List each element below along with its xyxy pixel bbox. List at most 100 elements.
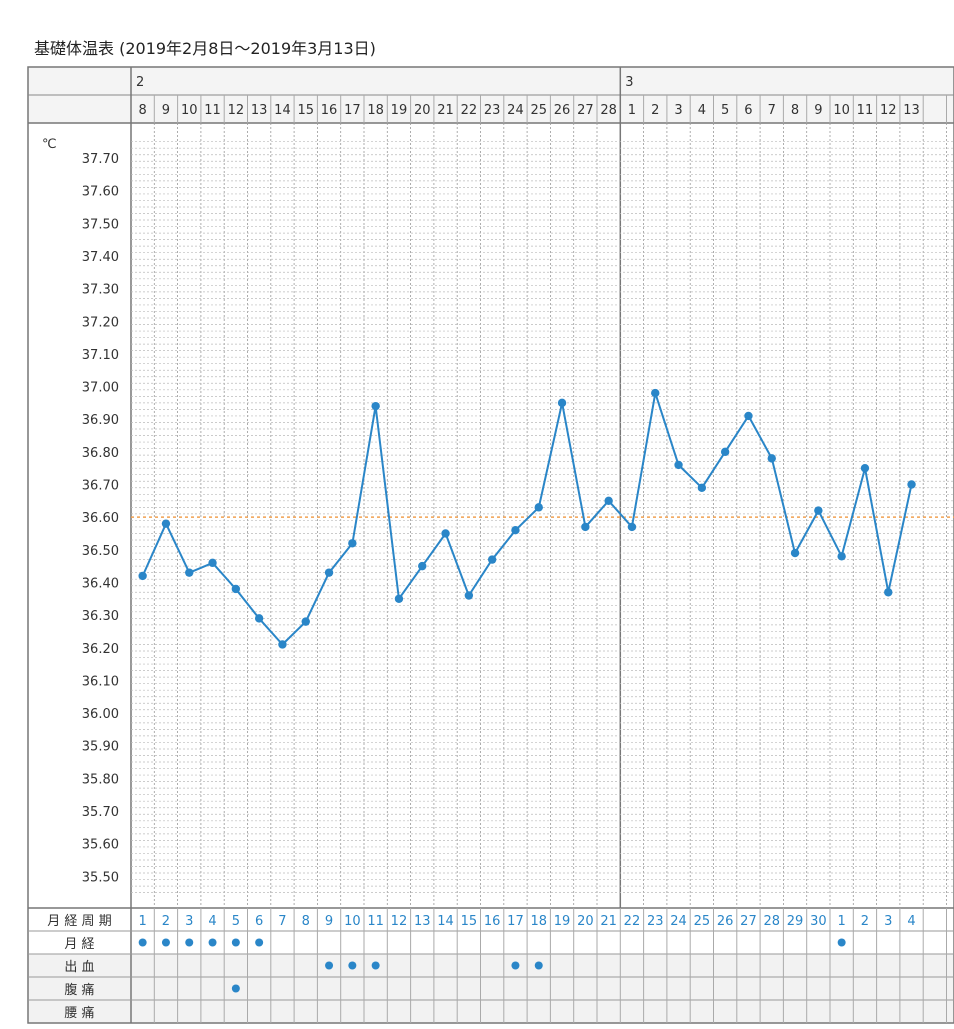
cycle-day-value: 29 bbox=[787, 914, 804, 929]
day-label: 26 bbox=[554, 103, 571, 118]
temperature-series bbox=[131, 388, 954, 649]
temperature-point bbox=[697, 483, 707, 492]
cycle-day-value: 30 bbox=[810, 914, 827, 929]
temperature-point bbox=[814, 506, 823, 515]
temperature-point bbox=[324, 568, 334, 577]
cycle-day-value: 25 bbox=[694, 914, 711, 929]
temperature-point bbox=[557, 398, 567, 408]
day-label: 4 bbox=[698, 103, 706, 118]
menstruation-row-mark bbox=[208, 938, 217, 947]
day-label: 14 bbox=[274, 103, 291, 118]
day-label: 11 bbox=[857, 103, 874, 118]
temperature-point bbox=[185, 568, 194, 577]
temperature-point bbox=[418, 561, 427, 571]
temperature-point bbox=[790, 548, 800, 558]
day-label: 12 bbox=[228, 103, 245, 118]
month-label: 3 bbox=[625, 75, 633, 90]
y-tick-label: 35.70 bbox=[82, 805, 119, 820]
cycle-day-value: 15 bbox=[461, 914, 478, 929]
cycle-row-label: 月 経 周 期 bbox=[47, 914, 111, 929]
temperature-point bbox=[231, 584, 241, 594]
y-tick-label: 36.60 bbox=[82, 511, 119, 526]
day-label: 12 bbox=[880, 103, 897, 118]
cycle-day-value: 11 bbox=[367, 914, 384, 929]
y-tick-label: 37.50 bbox=[82, 217, 119, 232]
cycle-day-value: 6 bbox=[255, 914, 263, 929]
day-label: 6 bbox=[744, 103, 752, 118]
cycle-day-value: 10 bbox=[344, 914, 361, 929]
cycle-day-value: 7 bbox=[278, 914, 286, 929]
temperature-point bbox=[254, 614, 264, 623]
day-label: 21 bbox=[437, 103, 454, 118]
cycle-day-value: 28 bbox=[763, 914, 780, 929]
cycle-day-value: 13 bbox=[414, 914, 431, 929]
temperature-point bbox=[534, 503, 543, 512]
menstruation-row-mark bbox=[231, 938, 240, 947]
temperature-point bbox=[581, 522, 590, 532]
cycle-day-value: 21 bbox=[600, 914, 617, 929]
day-label: 13 bbox=[903, 103, 920, 118]
temperature-point bbox=[907, 480, 916, 489]
day-label: 16 bbox=[321, 103, 338, 118]
temperature-point bbox=[627, 522, 637, 532]
cycle-day-value: 27 bbox=[740, 914, 757, 929]
day-label: 22 bbox=[461, 103, 478, 118]
temperature-point bbox=[767, 454, 776, 463]
day-label: 8 bbox=[791, 103, 799, 118]
cycle-day-value: 4 bbox=[208, 914, 216, 929]
cycle-day-value: 14 bbox=[437, 914, 454, 929]
y-tick-label: 36.20 bbox=[82, 642, 119, 657]
bleeding-row-mark bbox=[534, 961, 543, 970]
bleeding-row-mark bbox=[371, 961, 380, 970]
back-pain-row-label: 腰 痛 bbox=[64, 1005, 94, 1021]
temperature-point bbox=[208, 558, 217, 568]
day-label: 8 bbox=[139, 103, 147, 118]
day-label: 10 bbox=[181, 103, 198, 118]
y-tick-label: 37.20 bbox=[82, 315, 119, 330]
temperature-point bbox=[441, 529, 450, 538]
temperature-point bbox=[674, 460, 683, 470]
temperature-point bbox=[487, 555, 497, 564]
cycle-day-value: 23 bbox=[647, 914, 664, 929]
temperature-point bbox=[348, 539, 357, 548]
y-tick-label: 37.10 bbox=[82, 348, 119, 363]
grid-lines bbox=[27, 66, 954, 1024]
cycle-day-value: 3 bbox=[185, 914, 193, 929]
temperature-point bbox=[371, 401, 380, 411]
cycle-day-value: 17 bbox=[507, 914, 524, 929]
y-tick-label: 35.60 bbox=[82, 838, 119, 853]
y-tick-label: 36.50 bbox=[82, 544, 119, 559]
temperature-point bbox=[301, 617, 310, 626]
day-label: 7 bbox=[768, 103, 776, 118]
day-label: 20 bbox=[414, 103, 431, 118]
y-tick-label: 37.00 bbox=[82, 381, 119, 396]
temperature-point bbox=[278, 640, 287, 649]
day-label: 9 bbox=[162, 103, 170, 118]
menstruation-row-mark bbox=[255, 938, 264, 947]
temperature-point bbox=[604, 496, 613, 506]
y-tick-label: 37.60 bbox=[82, 185, 119, 200]
y-tick-label: 35.90 bbox=[82, 740, 119, 755]
day-label: 11 bbox=[204, 103, 221, 118]
bleeding-row-mark bbox=[348, 961, 357, 970]
y-tick-label: 36.00 bbox=[82, 707, 119, 722]
day-label: 19 bbox=[391, 103, 408, 118]
menstruation-row-label: 月 経 bbox=[64, 937, 94, 952]
day-label: 1 bbox=[628, 103, 636, 118]
day-label: 5 bbox=[721, 103, 729, 118]
temperature-point bbox=[720, 447, 730, 457]
cycle-day-value: 5 bbox=[232, 914, 240, 929]
cycle-day-value: 19 bbox=[554, 914, 571, 929]
cycle-day-value: 2 bbox=[162, 914, 170, 929]
y-tick-label: 35.80 bbox=[82, 772, 119, 787]
day-label: 9 bbox=[814, 103, 822, 118]
y-tick-label: 36.40 bbox=[82, 576, 119, 591]
cycle-day-value: 26 bbox=[717, 914, 734, 929]
cycle-day-value: 8 bbox=[302, 914, 310, 929]
y-axis-ticks: 37.70 37.60 37.50 37.40 37.30 37.20 37.10 37.00… bbox=[82, 152, 119, 885]
temperature-point bbox=[138, 571, 147, 581]
cycle-day-value: 24 bbox=[670, 914, 687, 929]
day-label: 3 bbox=[674, 103, 682, 118]
y-axis-unit: ℃ bbox=[42, 137, 57, 152]
cycle-day-value: 1 bbox=[838, 914, 846, 929]
